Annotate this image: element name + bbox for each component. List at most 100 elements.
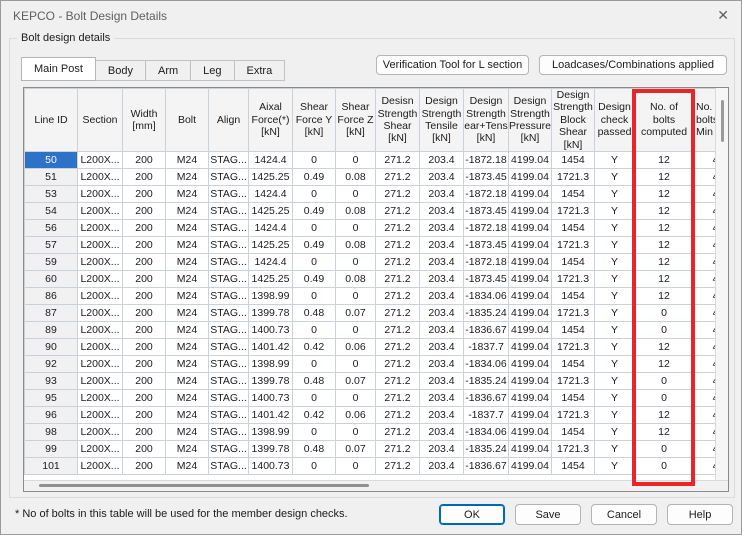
cell[interactable]: L200X...: [78, 355, 123, 372]
cell[interactable]: 1399.78: [249, 372, 293, 389]
cell[interactable]: 271.2: [376, 389, 420, 406]
cell[interactable]: 12: [635, 406, 694, 423]
cell[interactable]: 1721.3: [552, 236, 595, 253]
cell[interactable]: L200X...: [78, 287, 123, 304]
cell[interactable]: M24: [166, 389, 209, 406]
cell[interactable]: 1454: [552, 389, 595, 406]
cell[interactable]: 0.49: [293, 270, 336, 287]
line-id-cell[interactable]: 56: [25, 219, 78, 236]
cell[interactable]: Y: [595, 389, 635, 406]
cell[interactable]: -1873.45: [464, 236, 509, 253]
cell[interactable]: 4: [694, 219, 716, 236]
cell[interactable]: -1836.67: [464, 321, 509, 338]
line-id-cell[interactable]: 99: [25, 440, 78, 457]
cell[interactable]: 200: [123, 270, 166, 287]
cell[interactable]: 200: [123, 236, 166, 253]
cell[interactable]: 4: [694, 287, 716, 304]
cell[interactable]: M24: [166, 355, 209, 372]
cell[interactable]: 1424.4: [249, 151, 293, 168]
cell[interactable]: 1398.99: [249, 287, 293, 304]
cell[interactable]: 200: [123, 355, 166, 372]
cell[interactable]: 0.48: [293, 372, 336, 389]
cell[interactable]: STAG...: [209, 457, 249, 474]
column-header[interactable]: Design Strength Block Shear [kN]: [552, 89, 595, 152]
cell[interactable]: 200: [123, 185, 166, 202]
cell[interactable]: 271.2: [376, 236, 420, 253]
column-header[interactable]: Desisn Strength Shear [kN]: [376, 89, 420, 152]
cell[interactable]: 0: [336, 151, 376, 168]
cell[interactable]: 1400.73: [249, 321, 293, 338]
cell[interactable]: 271.2: [376, 270, 420, 287]
cell[interactable]: 271.2: [376, 287, 420, 304]
loadcases-combinations-button[interactable]: Loadcases/Combinations applied: [539, 55, 727, 75]
column-header[interactable]: No. o bolts Min: [694, 89, 716, 152]
cell[interactable]: 4: [694, 372, 716, 389]
cell[interactable]: 0: [336, 423, 376, 440]
cell[interactable]: M24: [166, 270, 209, 287]
cell[interactable]: 1721.3: [552, 406, 595, 423]
cell[interactable]: 1721.3: [552, 168, 595, 185]
cell[interactable]: 200: [123, 304, 166, 321]
cell[interactable]: M24: [166, 406, 209, 423]
cell[interactable]: 271.2: [376, 338, 420, 355]
cell[interactable]: M24: [166, 372, 209, 389]
cell[interactable]: Y: [595, 355, 635, 372]
cell[interactable]: 200: [123, 457, 166, 474]
cell[interactable]: 1424.4: [249, 185, 293, 202]
cell[interactable]: 12: [635, 168, 694, 185]
cell[interactable]: 12: [635, 202, 694, 219]
cell[interactable]: M24: [166, 423, 209, 440]
cell[interactable]: L200X...: [78, 219, 123, 236]
cell[interactable]: Y: [595, 287, 635, 304]
help-button[interactable]: Help: [667, 504, 733, 525]
cell[interactable]: 200: [123, 168, 166, 185]
cell[interactable]: 0: [293, 355, 336, 372]
cell[interactable]: 0.07: [336, 372, 376, 389]
cell[interactable]: STAG...: [209, 253, 249, 270]
cell[interactable]: 12: [635, 185, 694, 202]
cell[interactable]: 203.4: [420, 423, 464, 440]
cell[interactable]: 203.4: [420, 440, 464, 457]
cell[interactable]: 1425.25: [249, 168, 293, 185]
cell[interactable]: 0.42: [293, 338, 336, 355]
line-id-cell[interactable]: 101: [25, 457, 78, 474]
cell[interactable]: STAG...: [209, 440, 249, 457]
cancel-button[interactable]: Cancel: [591, 504, 657, 525]
cell[interactable]: 203.4: [420, 168, 464, 185]
cell[interactable]: Y: [595, 168, 635, 185]
cell[interactable]: Y: [595, 406, 635, 423]
cell[interactable]: 1721.3: [552, 338, 595, 355]
cell[interactable]: -1835.24: [464, 440, 509, 457]
cell[interactable]: L200X...: [78, 151, 123, 168]
column-header[interactable]: Design Strength Tensile [kN]: [420, 89, 464, 152]
cell[interactable]: 203.4: [420, 355, 464, 372]
line-id-cell[interactable]: 86: [25, 287, 78, 304]
cell[interactable]: 0: [635, 440, 694, 457]
cell[interactable]: 1401.42: [249, 406, 293, 423]
cell[interactable]: M24: [166, 202, 209, 219]
cell[interactable]: 203.4: [420, 372, 464, 389]
cell[interactable]: 1425.25: [249, 202, 293, 219]
cell[interactable]: 1721.3: [552, 304, 595, 321]
cell[interactable]: 200: [123, 423, 166, 440]
cell[interactable]: STAG...: [209, 270, 249, 287]
cell[interactable]: STAG...: [209, 236, 249, 253]
tab-extra[interactable]: Extra: [235, 60, 286, 81]
cell[interactable]: 203.4: [420, 270, 464, 287]
cell[interactable]: 4199.04: [509, 253, 552, 270]
cell[interactable]: 4: [694, 338, 716, 355]
cell[interactable]: STAG...: [209, 202, 249, 219]
cell[interactable]: 4199.04: [509, 321, 552, 338]
cell[interactable]: 0: [293, 423, 336, 440]
cell[interactable]: M24: [166, 287, 209, 304]
cell[interactable]: M24: [166, 185, 209, 202]
verification-tool-button[interactable]: Verification Tool for L section: [376, 55, 529, 75]
cell[interactable]: 4199.04: [509, 440, 552, 457]
cell[interactable]: L200X...: [78, 185, 123, 202]
cell[interactable]: Y: [595, 372, 635, 389]
cell[interactable]: STAG...: [209, 372, 249, 389]
cell[interactable]: -1835.24: [464, 372, 509, 389]
cell[interactable]: Y: [595, 338, 635, 355]
cell[interactable]: 12: [635, 287, 694, 304]
cell[interactable]: 0: [293, 151, 336, 168]
